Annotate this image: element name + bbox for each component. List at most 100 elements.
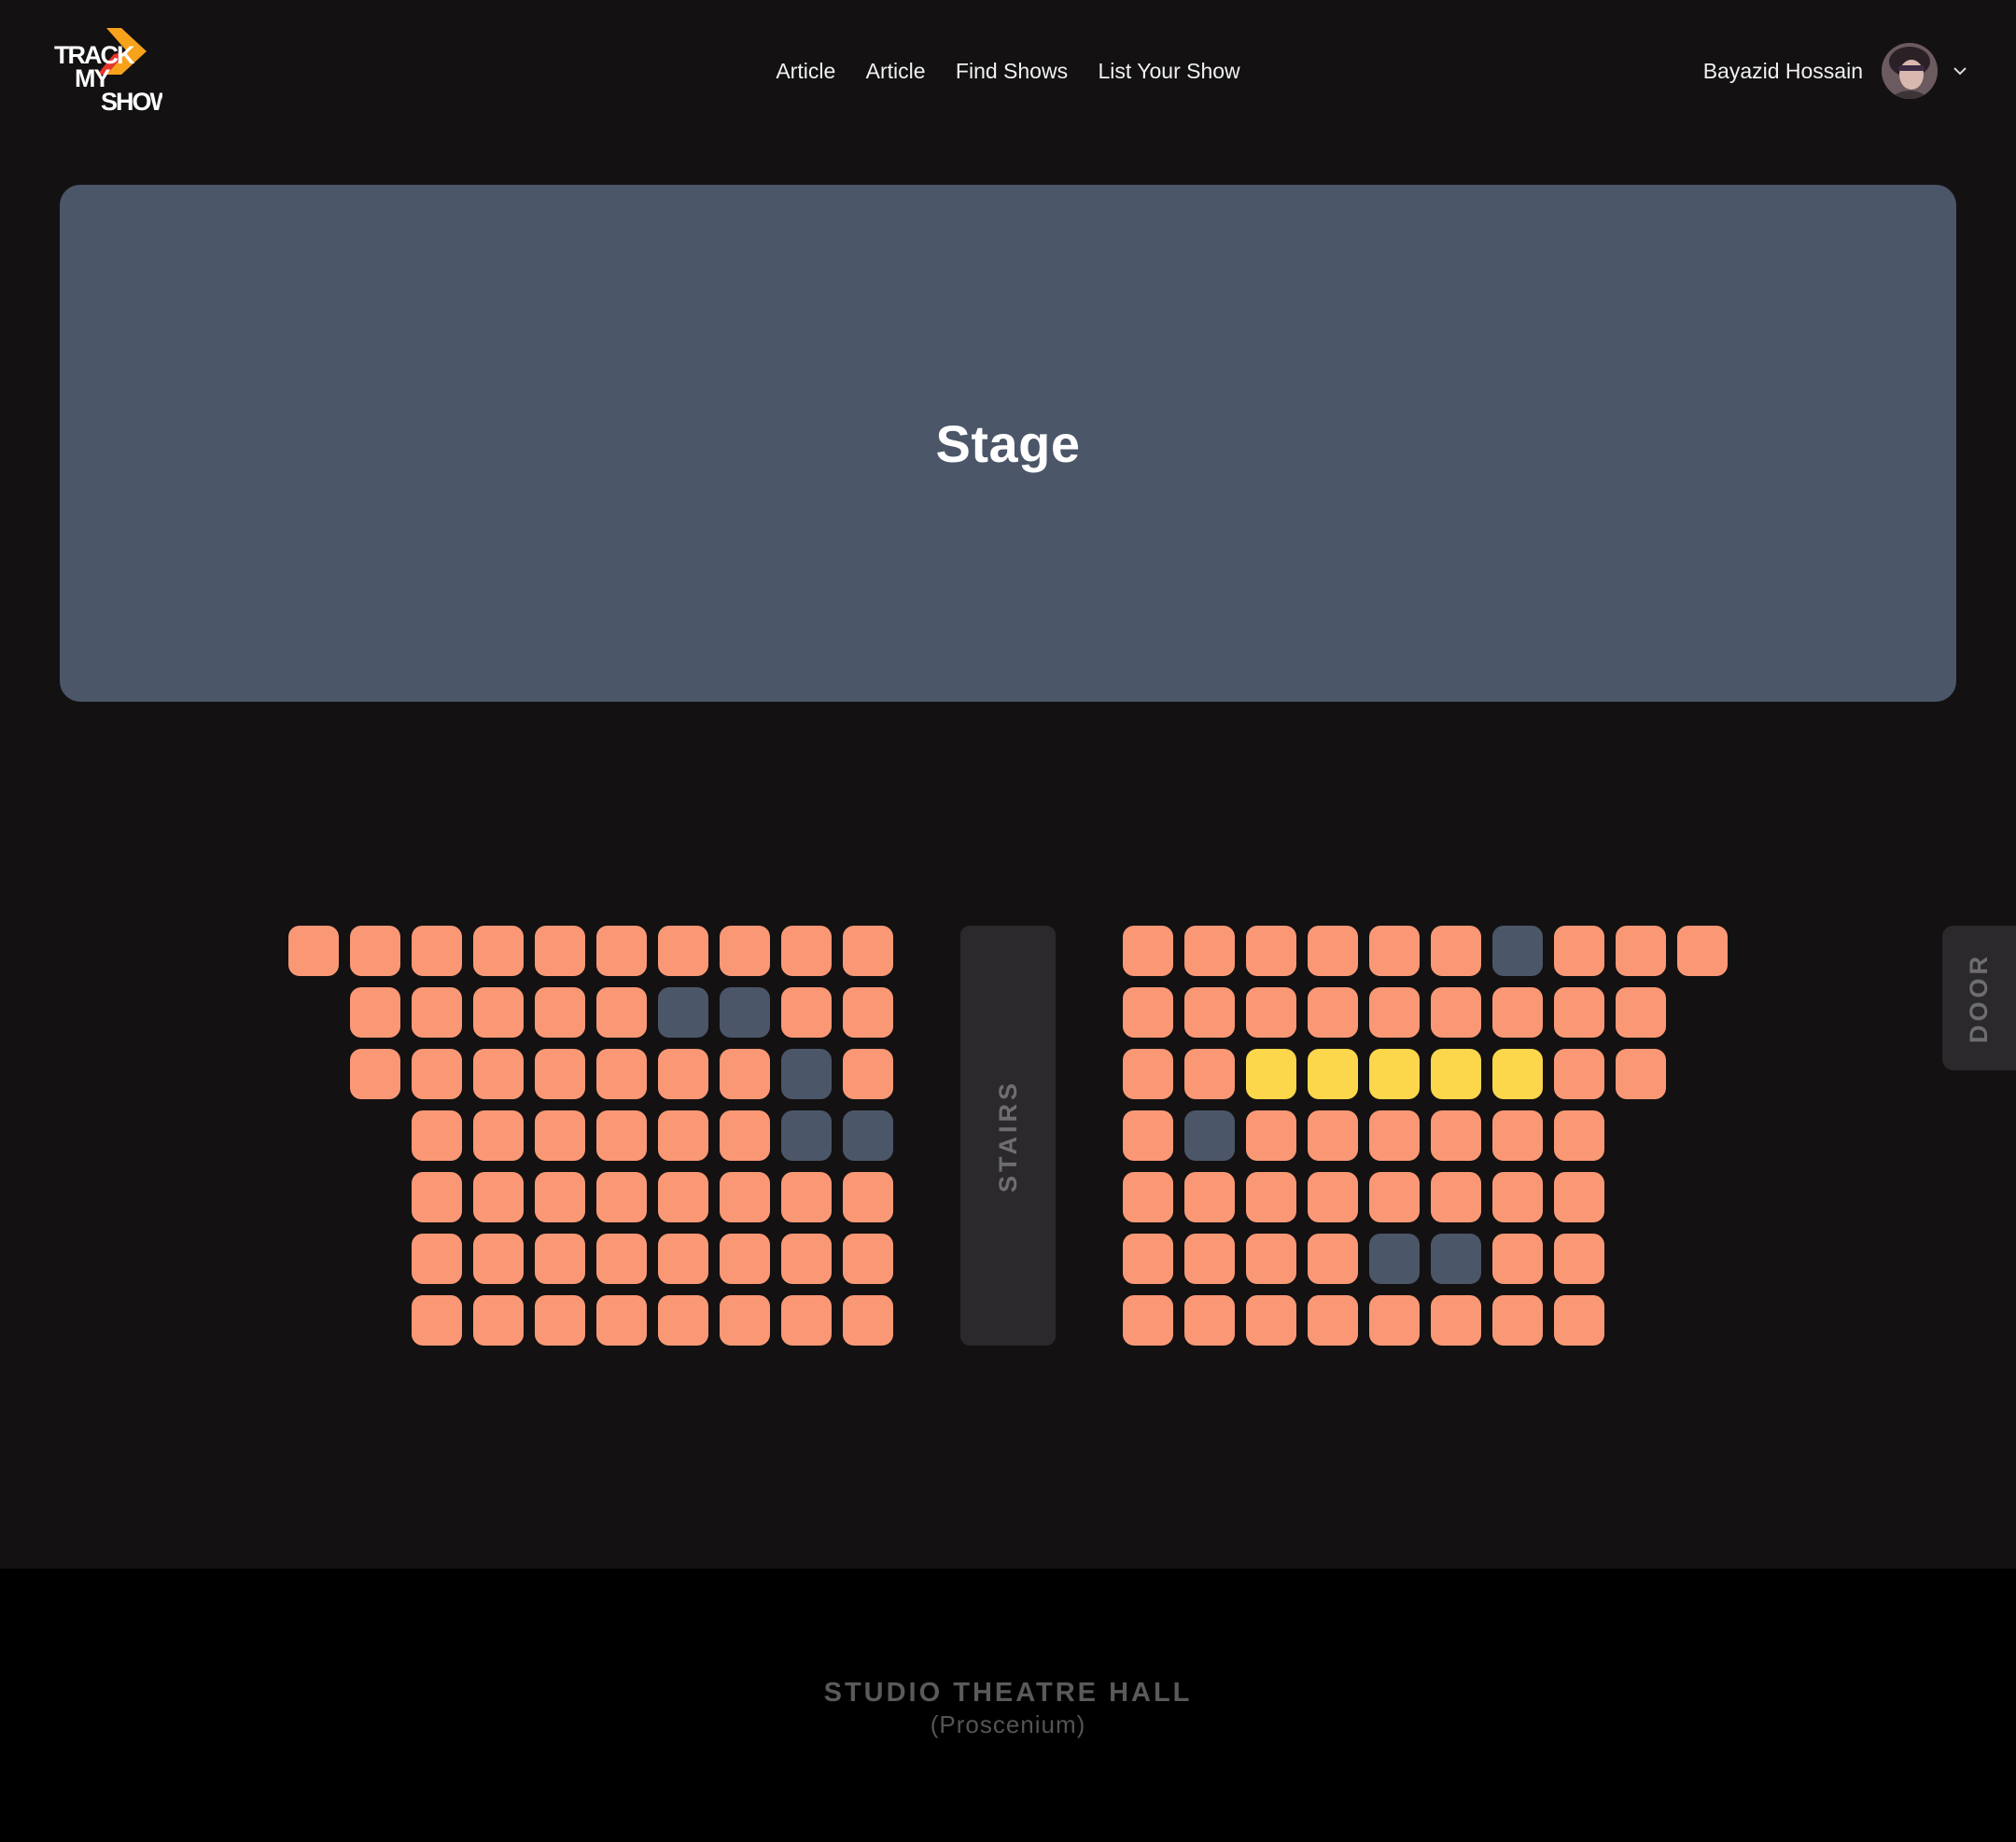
seat-left-r3-c7-available[interactable]: [658, 1049, 708, 1099]
seat-left-r7-c6-available[interactable]: [596, 1295, 647, 1346]
seat-left-r1-c3-available[interactable]: [412, 926, 462, 976]
seat-left-r5-c4-available[interactable]: [473, 1172, 524, 1222]
seat-right-r1-c6-available[interactable]: [1431, 926, 1481, 976]
seat-left-r6-c7-available[interactable]: [658, 1234, 708, 1284]
seat-right-r5-c4-available[interactable]: [1308, 1172, 1358, 1222]
seat-right-r1-c8-available[interactable]: [1554, 926, 1604, 976]
seat-left-r5-c6-available[interactable]: [596, 1172, 647, 1222]
seat-left-r6-c6-available[interactable]: [596, 1234, 647, 1284]
seat-right-r1-c9-available[interactable]: [1616, 926, 1666, 976]
seat-right-r2-c2-available[interactable]: [1184, 987, 1235, 1038]
seat-left-r6-c4-available[interactable]: [473, 1234, 524, 1284]
seat-right-r2-c5-available[interactable]: [1369, 987, 1420, 1038]
seat-right-r7-c4-available[interactable]: [1308, 1295, 1358, 1346]
seat-right-r3-c4-selected[interactable]: [1308, 1049, 1358, 1099]
seat-left-r6-c5-available[interactable]: [535, 1234, 585, 1284]
seat-right-r2-c7-available[interactable]: [1492, 987, 1543, 1038]
seat-left-r1-c9-available[interactable]: [781, 926, 832, 976]
seat-right-r2-c1-available[interactable]: [1123, 987, 1173, 1038]
seat-right-r6-c1-available[interactable]: [1123, 1234, 1173, 1284]
seat-right-r5-c7-available[interactable]: [1492, 1172, 1543, 1222]
seat-right-r7-c3-available[interactable]: [1246, 1295, 1296, 1346]
seat-left-r1-c2-available[interactable]: [350, 926, 400, 976]
seat-left-r7-c4-available[interactable]: [473, 1295, 524, 1346]
seat-left-r7-c7-available[interactable]: [658, 1295, 708, 1346]
seat-right-r5-c6-available[interactable]: [1431, 1172, 1481, 1222]
nav-link-article-2[interactable]: Article: [866, 54, 926, 88]
seat-right-r7-c7-available[interactable]: [1492, 1295, 1543, 1346]
seat-right-r1-c4-available[interactable]: [1308, 926, 1358, 976]
seat-right-r4-c7-available[interactable]: [1492, 1110, 1543, 1161]
seat-left-r1-c7-available[interactable]: [658, 926, 708, 976]
seat-right-r5-c8-available[interactable]: [1554, 1172, 1604, 1222]
seat-right-r6-c8-available[interactable]: [1554, 1234, 1604, 1284]
seat-right-r4-c4-available[interactable]: [1308, 1110, 1358, 1161]
seat-right-r7-c8-available[interactable]: [1554, 1295, 1604, 1346]
seat-right-r2-c9-available[interactable]: [1616, 987, 1666, 1038]
seat-right-r6-c2-available[interactable]: [1184, 1234, 1235, 1284]
seat-left-r1-c5-available[interactable]: [535, 926, 585, 976]
seat-right-r3-c8-available[interactable]: [1554, 1049, 1604, 1099]
seat-left-r7-c10-available[interactable]: [843, 1295, 893, 1346]
seat-right-r3-c9-available[interactable]: [1616, 1049, 1666, 1099]
seat-left-r2-c10-available[interactable]: [843, 987, 893, 1038]
seat-left-r2-c4-available[interactable]: [473, 987, 524, 1038]
seat-right-r2-c4-available[interactable]: [1308, 987, 1358, 1038]
seat-right-r3-c3-selected[interactable]: [1246, 1049, 1296, 1099]
seat-left-r1-c6-available[interactable]: [596, 926, 647, 976]
seat-right-r3-c2-available[interactable]: [1184, 1049, 1235, 1099]
seat-right-r3-c7-selected[interactable]: [1492, 1049, 1543, 1099]
seat-left-r4-c7-available[interactable]: [658, 1110, 708, 1161]
seat-right-r4-c5-available[interactable]: [1369, 1110, 1420, 1161]
seat-left-r7-c8-available[interactable]: [720, 1295, 770, 1346]
seat-right-r5-c2-available[interactable]: [1184, 1172, 1235, 1222]
seat-left-r3-c2-available[interactable]: [350, 1049, 400, 1099]
chevron-down-icon[interactable]: [1951, 62, 1969, 80]
avatar[interactable]: [1882, 43, 1938, 99]
seat-right-r3-c1-available[interactable]: [1123, 1049, 1173, 1099]
seat-left-r5-c9-available[interactable]: [781, 1172, 832, 1222]
seat-left-r1-c10-available[interactable]: [843, 926, 893, 976]
seat-left-r5-c7-available[interactable]: [658, 1172, 708, 1222]
seat-right-r4-c3-available[interactable]: [1246, 1110, 1296, 1161]
seat-left-r7-c9-available[interactable]: [781, 1295, 832, 1346]
seat-left-r5-c8-available[interactable]: [720, 1172, 770, 1222]
seat-left-r4-c4-available[interactable]: [473, 1110, 524, 1161]
seat-right-r7-c6-available[interactable]: [1431, 1295, 1481, 1346]
seat-right-r2-c8-available[interactable]: [1554, 987, 1604, 1038]
nav-link-article[interactable]: Article: [776, 54, 835, 88]
seat-right-r3-c6-selected[interactable]: [1431, 1049, 1481, 1099]
seat-left-r2-c2-available[interactable]: [350, 987, 400, 1038]
seat-right-r1-c1-available[interactable]: [1123, 926, 1173, 976]
seat-left-r4-c3-available[interactable]: [412, 1110, 462, 1161]
seat-right-r2-c6-available[interactable]: [1431, 987, 1481, 1038]
seat-right-r4-c6-available[interactable]: [1431, 1110, 1481, 1161]
seat-left-r4-c8-available[interactable]: [720, 1110, 770, 1161]
seat-right-r7-c5-available[interactable]: [1369, 1295, 1420, 1346]
seat-right-r3-c5-selected[interactable]: [1369, 1049, 1420, 1099]
seat-right-r5-c5-available[interactable]: [1369, 1172, 1420, 1222]
seat-left-r2-c9-available[interactable]: [781, 987, 832, 1038]
seat-right-r4-c1-available[interactable]: [1123, 1110, 1173, 1161]
seat-right-r4-c8-available[interactable]: [1554, 1110, 1604, 1161]
seat-right-r7-c2-available[interactable]: [1184, 1295, 1235, 1346]
seat-left-r2-c6-available[interactable]: [596, 987, 647, 1038]
user-menu[interactable]: Bayazid Hossain: [1703, 41, 1969, 101]
seat-left-r6-c3-available[interactable]: [412, 1234, 462, 1284]
seat-left-r1-c1-available[interactable]: [288, 926, 339, 976]
seat-left-r7-c3-available[interactable]: [412, 1295, 462, 1346]
seat-left-r2-c3-available[interactable]: [412, 987, 462, 1038]
seat-left-r2-c5-available[interactable]: [535, 987, 585, 1038]
seat-left-r4-c5-available[interactable]: [535, 1110, 585, 1161]
seat-right-r1-c10-available[interactable]: [1677, 926, 1728, 976]
seat-right-r1-c5-available[interactable]: [1369, 926, 1420, 976]
seat-left-r3-c8-available[interactable]: [720, 1049, 770, 1099]
seat-left-r3-c10-available[interactable]: [843, 1049, 893, 1099]
seat-left-r4-c6-available[interactable]: [596, 1110, 647, 1161]
seat-left-r3-c4-available[interactable]: [473, 1049, 524, 1099]
seat-left-r5-c3-available[interactable]: [412, 1172, 462, 1222]
seat-right-r7-c1-available[interactable]: [1123, 1295, 1173, 1346]
seat-right-r2-c3-available[interactable]: [1246, 987, 1296, 1038]
seat-right-r1-c2-available[interactable]: [1184, 926, 1235, 976]
seat-left-r3-c5-available[interactable]: [535, 1049, 585, 1099]
